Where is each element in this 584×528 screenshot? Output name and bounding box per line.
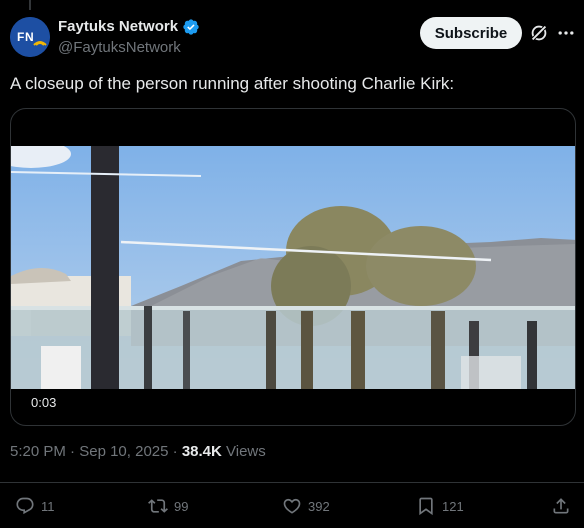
post-time[interactable]: 5:20 PM <box>10 443 66 460</box>
like-count: 392 <box>308 498 330 514</box>
repost-icon <box>148 499 168 513</box>
post-text: A closeup of the person running after sh… <box>10 74 455 93</box>
action-bar: 11 99 392 121 <box>0 492 584 520</box>
views-count: 38.4K <box>181 443 222 460</box>
reply-button[interactable]: 11 <box>15 492 55 520</box>
post-metadata: 5:20 PM · Sep 10, 2025 · 38.4K Views <box>10 442 266 462</box>
bookmark-count: 121 <box>442 498 464 514</box>
video-player[interactable]: 0:03 <box>10 108 576 426</box>
like-button[interactable]: 392 <box>282 492 330 520</box>
grok-icon[interactable] <box>528 22 550 44</box>
views-label: Views <box>226 443 266 460</box>
verified-icon <box>183 19 199 35</box>
reply-icon <box>16 497 34 515</box>
avatar[interactable]: F N <box>10 17 50 57</box>
author-display-name[interactable]: Faytuks Network <box>58 17 178 37</box>
divider <box>0 482 584 483</box>
bookmark-button[interactable]: 121 <box>416 492 464 520</box>
separator: · <box>172 443 178 460</box>
like-icon <box>283 498 301 514</box>
video-timestamp: 0:03 <box>31 395 57 410</box>
svg-text:N: N <box>25 30 34 44</box>
bookmark-icon <box>419 497 433 516</box>
more-icon[interactable] <box>556 22 576 44</box>
svg-text:F: F <box>17 30 24 44</box>
share-button[interactable] <box>551 492 571 520</box>
post-date[interactable]: Sep 10, 2025 <box>79 443 168 460</box>
separator: · <box>70 443 76 460</box>
author-name-row: Faytuks Network <box>58 17 200 37</box>
repost-count: 99 <box>174 498 189 514</box>
author-handle[interactable]: @FaytuksNetwork <box>58 38 181 58</box>
faytuks-logo-icon: F N <box>10 17 50 57</box>
reply-count: 11 <box>41 498 55 514</box>
share-icon <box>553 498 569 514</box>
thread-connector <box>29 0 31 10</box>
repost-button[interactable]: 99 <box>148 492 188 520</box>
subscribe-button[interactable]: Subscribe <box>420 17 522 49</box>
video-frame[interactable] <box>11 146 576 389</box>
